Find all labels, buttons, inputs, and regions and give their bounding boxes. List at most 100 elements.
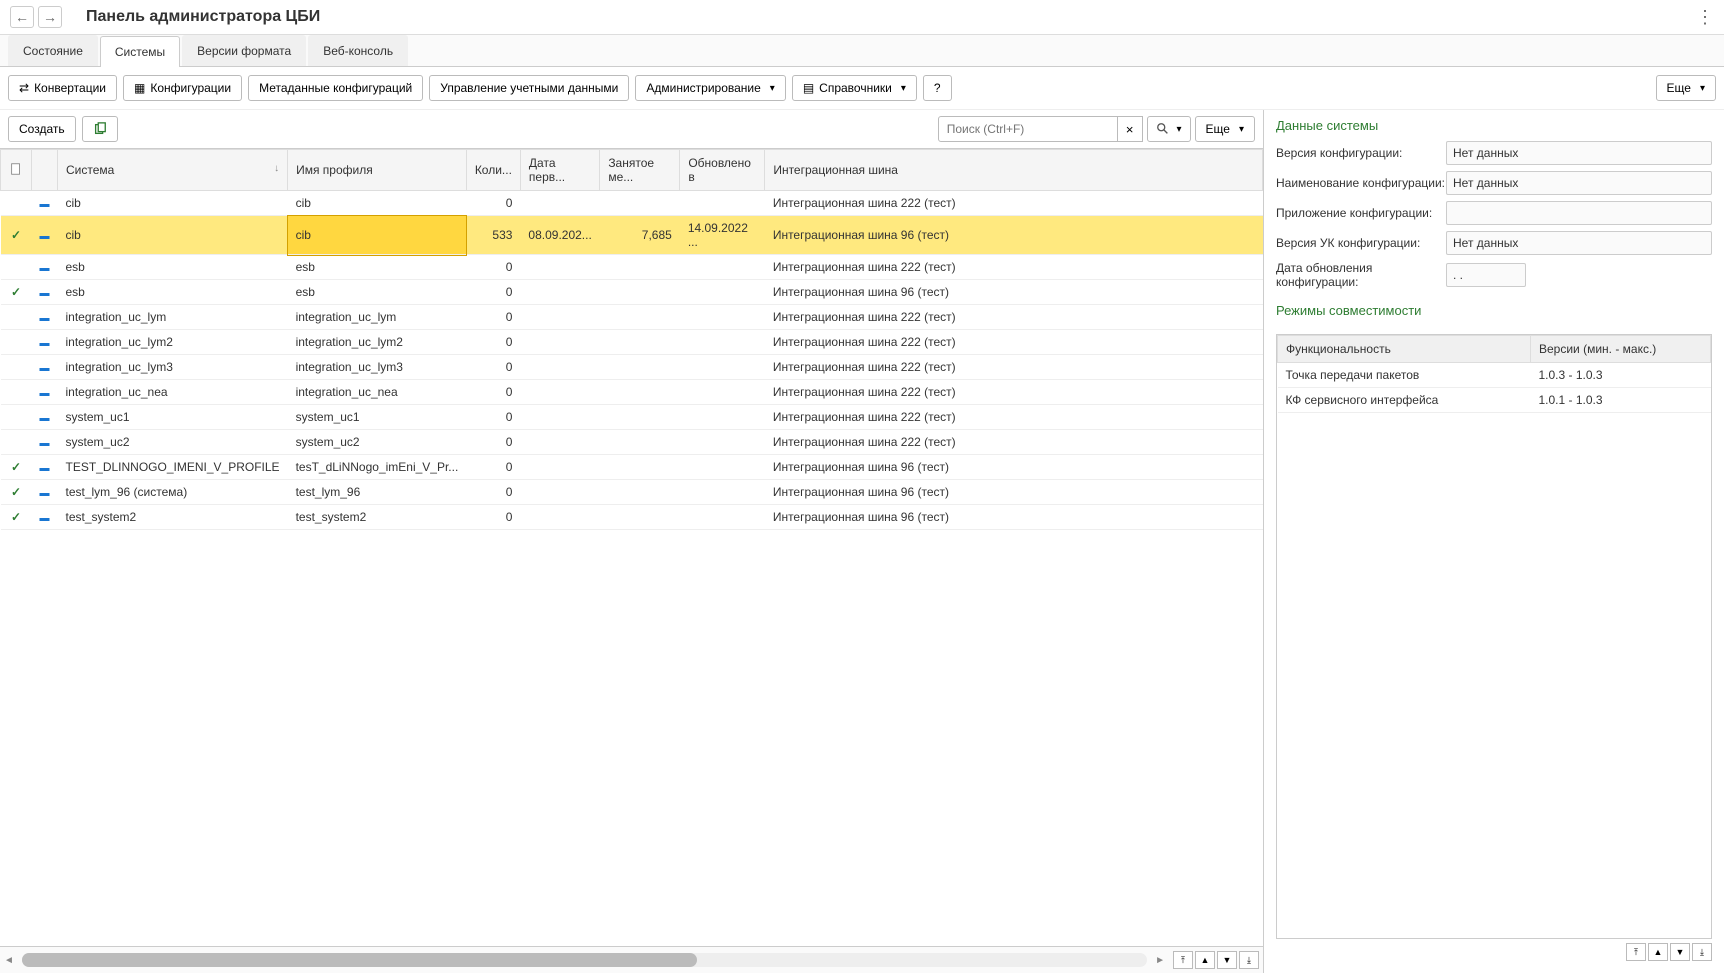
table-row[interactable]: ✓▬esbesb0Интеграционная шина 96 (тест) [1, 280, 1263, 305]
copy-button[interactable] [82, 116, 118, 142]
col-icon[interactable] [32, 150, 58, 191]
compat-row[interactable]: Точка передачи пакетов1.0.3 - 1.0.3 [1278, 363, 1711, 388]
row-updated [680, 255, 765, 280]
tab-systems[interactable]: Системы [100, 36, 180, 67]
row-updated [680, 355, 765, 380]
row-bus: Интеграционная шина 222 (тест) [765, 330, 1263, 355]
col-system[interactable]: Система↓ [58, 150, 288, 191]
table-row[interactable]: ✓▬TEST_DLINNOGO_IMENI_V_PROFILEtesT_dLiN… [1, 455, 1263, 480]
right-nav-up-button[interactable]: ▲ [1648, 943, 1668, 961]
col-date-first[interactable]: Дата перв... [520, 150, 599, 191]
more-button[interactable]: Еще [1656, 75, 1716, 101]
row-space [600, 405, 680, 430]
table-row[interactable]: ▬system_uc2system_uc20Интеграционная шин… [1, 430, 1263, 455]
version-field[interactable]: Нет данных [1446, 141, 1712, 165]
credentials-button[interactable]: Управление учетными данными [429, 75, 629, 101]
compat-ver: 1.0.3 - 1.0.3 [1531, 363, 1711, 388]
nav-last-button[interactable]: ⤓ [1239, 951, 1259, 969]
system-data-title: Данные системы [1276, 118, 1712, 133]
menu-icon[interactable]: ⋮ [1696, 7, 1714, 28]
table-row[interactable]: ▬system_uc1system_uc10Интеграционная шин… [1, 405, 1263, 430]
table-row[interactable]: ▬integration_uc_neaintegration_uc_nea0Ин… [1, 380, 1263, 405]
row-check [1, 380, 32, 405]
table-row[interactable]: ✓▬test_system2test_system20Интеграционна… [1, 505, 1263, 530]
search-clear-button[interactable]: × [1118, 116, 1143, 142]
configurations-button[interactable]: ▦ Конфигурации [123, 75, 242, 101]
check-icon: ✓ [11, 285, 21, 299]
row-check [1, 405, 32, 430]
h-scrollbar[interactable] [22, 953, 1147, 967]
row-count: 0 [466, 455, 520, 480]
col-count[interactable]: Коли... [466, 150, 520, 191]
col-check[interactable] [1, 150, 32, 191]
right-nav-last-button[interactable]: ⤓ [1692, 943, 1712, 961]
compat-func: КФ сервисного интерфейса [1278, 388, 1531, 413]
item-icon: ▬ [40, 363, 50, 374]
references-dropdown[interactable]: ▤ Справочники [792, 75, 917, 101]
help-button[interactable]: ? [923, 75, 952, 101]
table-row[interactable]: ✓▬cibcib53308.09.202...7,68514.09.2022 .… [1, 216, 1263, 255]
col-space[interactable]: Занятое ме... [600, 150, 680, 191]
app-field[interactable] [1446, 201, 1712, 225]
compat-col-func[interactable]: Функциональность [1278, 336, 1531, 363]
conversions-button[interactable]: ⇄ Конвертации [8, 75, 117, 101]
tab-state[interactable]: Состояние [8, 35, 98, 66]
admin-dropdown[interactable]: Администрирование [635, 75, 785, 101]
table-row[interactable]: ✓▬test_lym_96 (система)test_lym_960Интег… [1, 480, 1263, 505]
col-updated[interactable]: Обновлено в [680, 150, 765, 191]
nav-forward-button[interactable]: → [38, 6, 62, 28]
table-row[interactable]: ▬cibcib0Интеграционная шина 222 (тест) [1, 191, 1263, 216]
row-bus: Интеграционная шина 96 (тест) [765, 455, 1263, 480]
row-profile: integration_uc_lym3 [288, 355, 467, 380]
right-nav-first-button[interactable]: ⤒ [1626, 943, 1646, 961]
item-icon: ▬ [40, 313, 50, 324]
nav-back-button[interactable]: ← [10, 6, 34, 28]
titlebar: ← → Панель администратора ЦБИ ⋮ [0, 0, 1724, 35]
row-date [520, 355, 599, 380]
table-row[interactable]: ▬integration_uc_lymintegration_uc_lym0Ин… [1, 305, 1263, 330]
sub-more-button[interactable]: Еще [1195, 116, 1255, 142]
copy-icon [93, 122, 107, 136]
row-date [520, 255, 599, 280]
compat-ver: 1.0.1 - 1.0.3 [1531, 388, 1711, 413]
row-system: cib [58, 191, 288, 216]
row-icon-cell: ▬ [32, 191, 58, 216]
table-row[interactable]: ▬integration_uc_lym3integration_uc_lym30… [1, 355, 1263, 380]
create-button[interactable]: Создать [8, 116, 76, 142]
search-input[interactable] [938, 116, 1118, 142]
uk-field[interactable]: Нет данных [1446, 231, 1712, 255]
systems-table-container[interactable]: Система↓ Имя профиля Коли... Дата перв..… [0, 148, 1263, 946]
right-nav-down-button[interactable]: ▼ [1670, 943, 1690, 961]
sort-down-icon: ↓ [274, 163, 279, 174]
row-system: esb [58, 280, 288, 305]
grid-icon: ▤ [803, 81, 814, 95]
row-date [520, 430, 599, 455]
col-bus[interactable]: Интеграционная шина [765, 150, 1263, 191]
nav-down-button[interactable]: ▼ [1217, 951, 1237, 969]
row-system: cib [58, 216, 288, 255]
name-field[interactable]: Нет данных [1446, 171, 1712, 195]
nav-first-button[interactable]: ⤒ [1173, 951, 1193, 969]
compat-title: Режимы совместимости [1276, 303, 1712, 318]
tab-web-console[interactable]: Веб-консоль [308, 35, 408, 66]
compat-col-ver[interactable]: Версии (мин. - макс.) [1531, 336, 1711, 363]
main-toolbar: ⇄ Конвертации ▦ Конфигурации Метаданные … [0, 67, 1724, 110]
row-system: system_uc1 [58, 405, 288, 430]
search-button[interactable] [1147, 116, 1191, 142]
table-row[interactable]: ▬esbesb0Интеграционная шина 222 (тест) [1, 255, 1263, 280]
nav-up-button[interactable]: ▲ [1195, 951, 1215, 969]
date-field[interactable]: . . [1446, 263, 1526, 287]
table-row[interactable]: ▬integration_uc_lym2integration_uc_lym20… [1, 330, 1263, 355]
row-date [520, 191, 599, 216]
scroll-right-icon[interactable]: ► [1155, 955, 1165, 966]
scroll-left-icon[interactable]: ◄ [4, 955, 14, 966]
metadata-button[interactable]: Метаданные конфигураций [248, 75, 423, 101]
row-icon-cell: ▬ [32, 330, 58, 355]
row-check: ✓ [1, 455, 32, 480]
row-bus: Интеграционная шина 222 (тест) [765, 405, 1263, 430]
compat-row[interactable]: КФ сервисного интерфейса1.0.1 - 1.0.3 [1278, 388, 1711, 413]
row-icon-cell: ▬ [32, 430, 58, 455]
date-label: Дата обновления конфигурации: [1276, 261, 1446, 289]
col-profile[interactable]: Имя профиля [288, 150, 467, 191]
tab-format-versions[interactable]: Версии формата [182, 35, 306, 66]
